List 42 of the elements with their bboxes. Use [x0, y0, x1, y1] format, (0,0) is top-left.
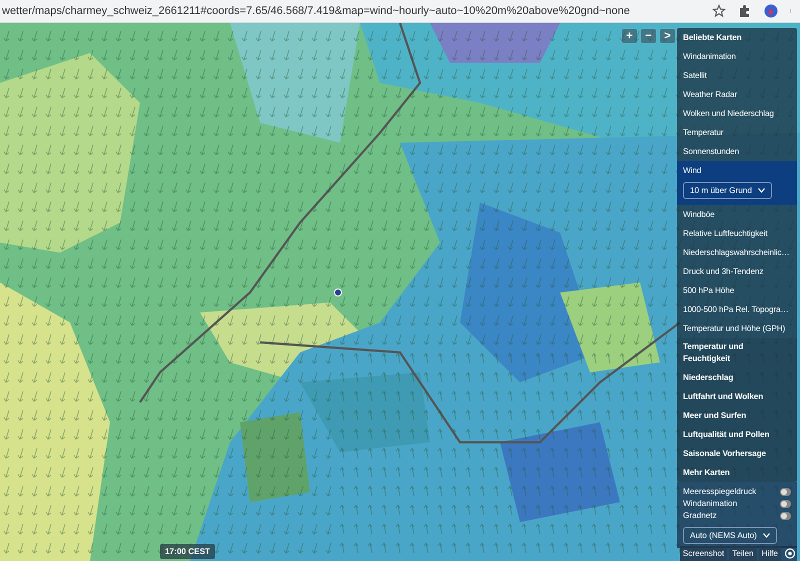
menu-item[interactable]: Niederschlag	[677, 368, 797, 387]
menu-item[interactable]: Satellit	[677, 66, 797, 85]
layer-label: Gradnetz	[683, 511, 717, 520]
menu-item[interactable]: Luftfahrt und Wolken	[677, 387, 797, 406]
zoom-control[interactable]: −	[641, 29, 656, 43]
avatar-icon[interactable]	[764, 4, 778, 18]
menu-item[interactable]: Meer und Surfen	[677, 406, 797, 425]
menu-item[interactable]: Windanimation	[677, 47, 797, 66]
model-dropdown[interactable]: Auto (NEMS Auto)	[683, 527, 777, 544]
menu-item[interactable]: Temperatur und Höhe (GPH)	[677, 319, 797, 338]
toggle-switch[interactable]	[780, 500, 791, 508]
menu-item[interactable]: Wind	[677, 161, 797, 180]
menu-item[interactable]: Temperatur und Feuchtigkeit	[677, 338, 797, 368]
menu-item[interactable]: Niederschlagswahrscheinlic…	[677, 243, 797, 262]
layer-label: Windanimation	[683, 499, 738, 508]
zoom-control[interactable]: +	[622, 29, 637, 43]
menu-item[interactable]: Relative Luftfeuchtigkeit	[677, 224, 797, 243]
footer-button[interactable]: Hilfe	[758, 546, 781, 561]
footer-button[interactable]: Screenshot	[680, 546, 728, 561]
zoom-control[interactable]: >	[660, 29, 675, 43]
footer-button[interactable]: Teilen	[729, 546, 757, 561]
menu-item[interactable]: Beliebte Karten	[677, 28, 797, 47]
menu-item[interactable]: Druck und 3h-Tendenz	[677, 262, 797, 281]
toggle-switch[interactable]	[780, 512, 791, 520]
star-icon[interactable]	[712, 4, 726, 18]
menu-item[interactable]: Temperatur	[677, 123, 797, 142]
caret-icon	[758, 188, 765, 193]
caret-icon	[762, 533, 770, 538]
menu-item[interactable]: Sonnenstunden	[677, 142, 797, 161]
time-label: 17:00 CEST	[160, 544, 216, 559]
puzzle-icon[interactable]	[738, 4, 752, 18]
menu-item[interactable]: Mehr Karten	[677, 463, 797, 482]
toggle-switch[interactable]	[780, 488, 791, 496]
height-dropdown[interactable]: 10 m über Grund	[683, 182, 772, 199]
menu-item[interactable]: Luftqualität und Pollen	[677, 425, 797, 444]
menu-item[interactable]: Weather Radar	[677, 85, 797, 104]
menu-item[interactable]: 1000-500 hPa Rel. Topogra…	[677, 300, 797, 319]
menu-item[interactable]: 500 hPa Höhe	[677, 281, 797, 300]
menu-item[interactable]: Wolken und Niederschlag	[677, 104, 797, 123]
menu-item[interactable]: Windböe	[677, 205, 797, 224]
menu-item[interactable]: Saisonale Vorhersage	[677, 444, 797, 463]
layer-label: Meeresspiegeldruck	[683, 487, 756, 496]
